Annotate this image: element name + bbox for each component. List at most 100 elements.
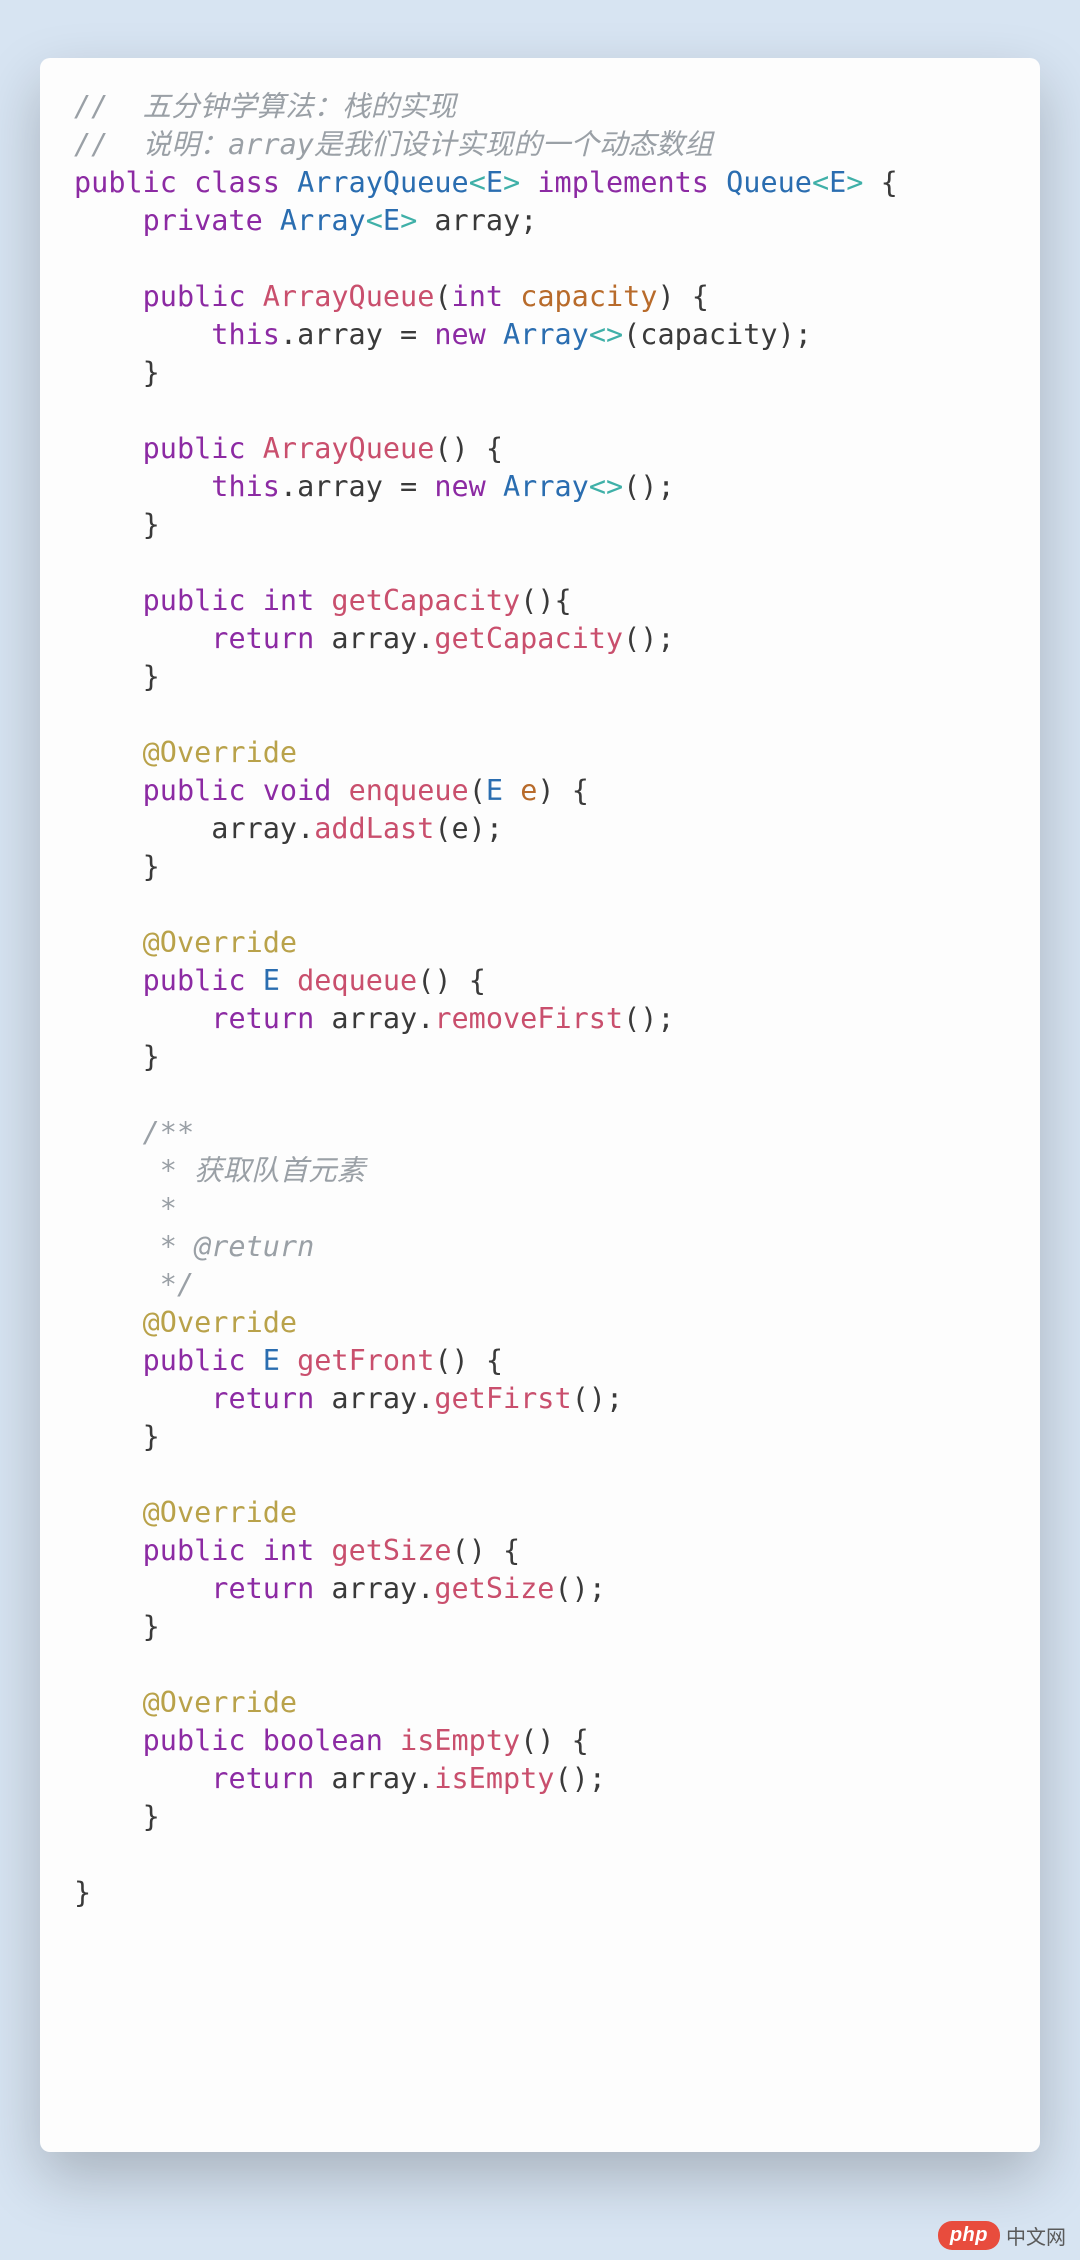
angle: < bbox=[812, 166, 829, 199]
kw: new bbox=[434, 318, 485, 351]
type: E bbox=[383, 204, 400, 237]
punct: () { bbox=[417, 964, 486, 997]
kw: return bbox=[211, 1002, 314, 1035]
punct: (); bbox=[623, 622, 674, 655]
comment-line: * 获取队首元素 bbox=[143, 1154, 365, 1187]
param: e bbox=[520, 774, 537, 807]
method: addLast bbox=[314, 812, 434, 845]
type: E bbox=[263, 964, 280, 997]
param: capacity bbox=[520, 280, 657, 313]
kw: int bbox=[452, 280, 503, 313]
annotation: @Override bbox=[143, 926, 297, 959]
punct: array. bbox=[211, 812, 314, 845]
punct: () { bbox=[520, 1724, 589, 1757]
punct: } bbox=[143, 1420, 160, 1453]
punct: array. bbox=[314, 1572, 434, 1605]
watermark-pill: php bbox=[938, 2221, 1000, 2250]
punct: } bbox=[74, 1876, 91, 1909]
kw: int bbox=[263, 1534, 314, 1567]
punct: array. bbox=[314, 1382, 434, 1415]
punct: (){ bbox=[520, 584, 571, 617]
punct: (); bbox=[623, 470, 674, 503]
punct: array. bbox=[314, 622, 434, 655]
punct: .array = bbox=[280, 318, 434, 351]
punct: (capacity); bbox=[623, 318, 812, 351]
angle: > bbox=[400, 204, 417, 237]
comment-line: /** bbox=[143, 1116, 194, 1149]
comment-line: * bbox=[143, 1192, 177, 1225]
kw: public bbox=[143, 280, 246, 313]
punct: (); bbox=[554, 1572, 605, 1605]
punct: array. bbox=[314, 1762, 434, 1795]
punct: } bbox=[143, 508, 160, 541]
angle: <> bbox=[589, 318, 623, 351]
comment-line: */ bbox=[143, 1268, 194, 1301]
punct: array; bbox=[417, 204, 537, 237]
punct: ) { bbox=[537, 774, 588, 807]
angle: > bbox=[503, 166, 520, 199]
annotation: @Override bbox=[143, 1686, 297, 1719]
punct: (); bbox=[623, 1002, 674, 1035]
type: E bbox=[263, 1344, 280, 1377]
type: E bbox=[829, 166, 846, 199]
angle: <> bbox=[589, 470, 623, 503]
annotation: @Override bbox=[143, 1496, 297, 1529]
ctor: ArrayQueue bbox=[263, 432, 435, 465]
method: getFront bbox=[297, 1344, 434, 1377]
code-block: // 五分钟学算法：栈的实现 // 说明：array是我们设计实现的一个动态数组… bbox=[74, 88, 1030, 1912]
type: Array bbox=[503, 318, 589, 351]
type: ArrayQueue bbox=[297, 166, 469, 199]
kw: return bbox=[211, 1382, 314, 1415]
annotation: @Override bbox=[143, 736, 297, 769]
punct: () { bbox=[434, 432, 503, 465]
punct: () { bbox=[434, 1344, 503, 1377]
ctor: ArrayQueue bbox=[263, 280, 435, 313]
comment-line: // 五分钟学算法：栈的实现 bbox=[74, 90, 456, 123]
punct: () { bbox=[452, 1534, 521, 1567]
method: enqueue bbox=[349, 774, 469, 807]
method: getSize bbox=[331, 1534, 451, 1567]
kw: public bbox=[143, 432, 246, 465]
kw: this bbox=[211, 318, 280, 351]
punct: } bbox=[143, 1610, 160, 1643]
punct: } bbox=[143, 850, 160, 883]
punct: ) { bbox=[657, 280, 708, 313]
punct: (e); bbox=[434, 812, 503, 845]
method: getCapacity bbox=[331, 584, 520, 617]
punct: } bbox=[143, 1800, 160, 1833]
kw: int bbox=[263, 584, 314, 617]
kw: return bbox=[211, 1762, 314, 1795]
method: getCapacity bbox=[434, 622, 623, 655]
kw: public bbox=[74, 166, 177, 199]
kw: void bbox=[263, 774, 332, 807]
watermark: php 中文网 bbox=[938, 2221, 1066, 2250]
method: removeFirst bbox=[434, 1002, 623, 1035]
watermark-text: 中文网 bbox=[1006, 2221, 1066, 2250]
method: isEmpty bbox=[400, 1724, 520, 1757]
kw: public bbox=[143, 1344, 246, 1377]
punct: } bbox=[143, 356, 160, 389]
kw: this bbox=[211, 470, 280, 503]
type: E bbox=[486, 166, 503, 199]
angle: < bbox=[366, 204, 383, 237]
punct: { bbox=[863, 166, 897, 199]
type: Array bbox=[503, 470, 589, 503]
kw: public bbox=[143, 1534, 246, 1567]
kw: public bbox=[143, 584, 246, 617]
punct: ( bbox=[469, 774, 486, 807]
kw: implements bbox=[537, 166, 709, 199]
kw: public bbox=[143, 964, 246, 997]
type: Array bbox=[280, 204, 366, 237]
method: isEmpty bbox=[434, 1762, 554, 1795]
punct: } bbox=[143, 1040, 160, 1073]
kw: new bbox=[434, 470, 485, 503]
code-card: // 五分钟学算法：栈的实现 // 说明：array是我们设计实现的一个动态数组… bbox=[40, 58, 1040, 2152]
angle: < bbox=[469, 166, 486, 199]
kw: class bbox=[194, 166, 280, 199]
method: dequeue bbox=[297, 964, 417, 997]
punct: (); bbox=[572, 1382, 623, 1415]
kw: private bbox=[143, 204, 263, 237]
punct: ( bbox=[434, 280, 451, 313]
punct: .array = bbox=[280, 470, 434, 503]
method: getSize bbox=[434, 1572, 554, 1605]
